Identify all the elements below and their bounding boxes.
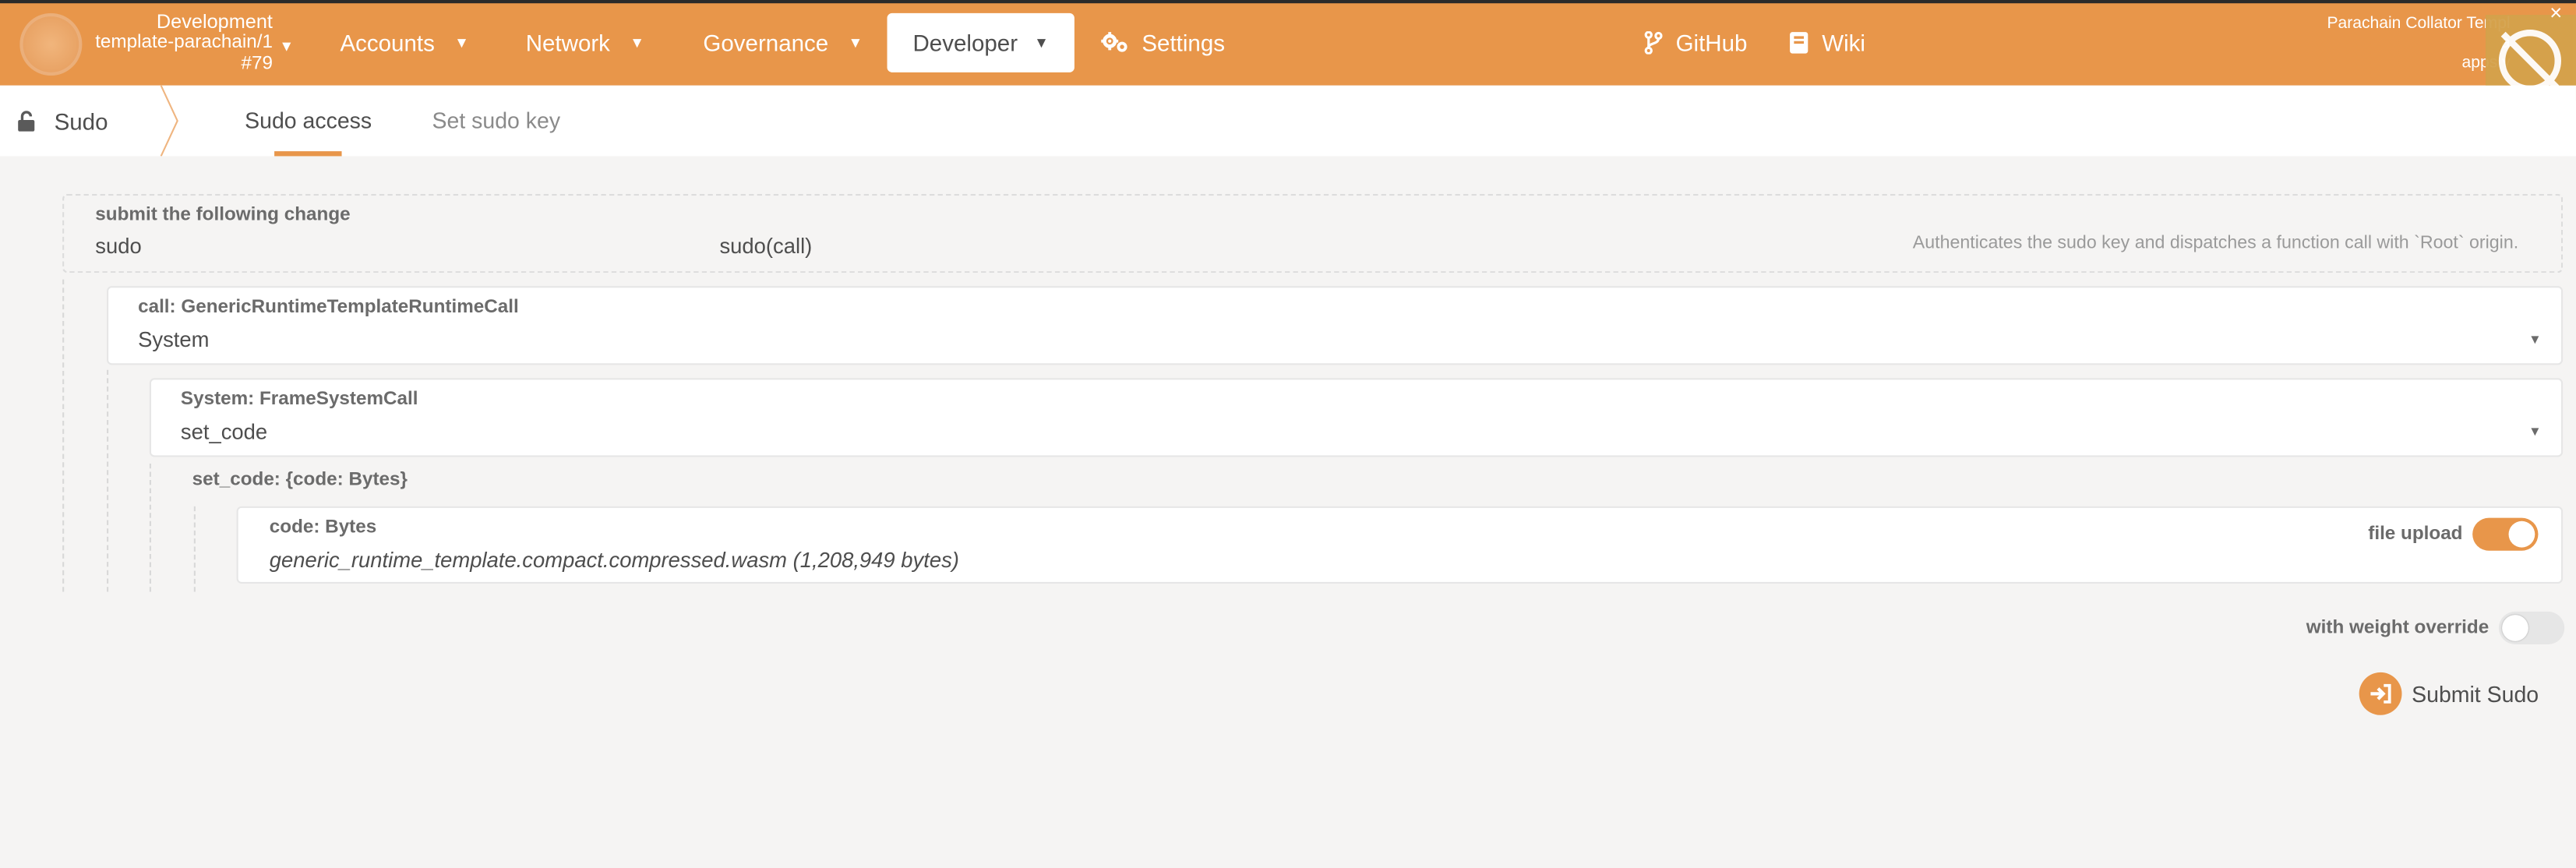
breadcrumb-chevron <box>160 85 178 157</box>
call-value: System <box>138 326 210 352</box>
close-icon[interactable]: × <box>2550 0 2562 25</box>
extrinsic-selector[interactable]: submit the following change sudo sudo(ca… <box>62 193 2564 273</box>
chain-selector[interactable]: Development template-parachain/1 #79 <box>92 9 273 76</box>
method-description: Authenticates the sudo key and dispatche… <box>1912 233 2519 253</box>
nav-settings[interactable]: Settings <box>1101 0 1225 86</box>
chevron-down-icon[interactable]: ▼ <box>2528 424 2542 439</box>
chevron-down-icon: ▼ <box>848 34 863 51</box>
node-info-name: Parachain Collator Templ <box>2327 14 2511 34</box>
unlock-icon <box>18 111 35 132</box>
node-info-version: a <box>2247 34 2511 54</box>
chain-name: Development <box>156 9 273 34</box>
submit-change-label: submit the following change <box>95 205 351 226</box>
nav-network-label: Network <box>525 29 610 56</box>
uploaded-file-name[interactable]: generic_runtime_template.compact.compres… <box>270 548 959 573</box>
nav-settings-label: Settings <box>1142 29 1226 56</box>
sudo-section-label: Sudo <box>54 108 108 134</box>
chain-runtime: template-parachain/1 <box>95 33 273 53</box>
nav-accounts[interactable]: Accounts ▼ <box>340 0 469 86</box>
active-tab-indicator <box>274 151 342 157</box>
chevron-down-icon: ▼ <box>454 34 469 51</box>
tab-set-sudo-key[interactable]: Set sudo key <box>432 86 561 157</box>
chevron-down-icon[interactable]: ▼ <box>2528 332 2542 347</box>
file-upload-toggle[interactable] <box>2472 517 2539 551</box>
nav-wiki[interactable]: Wiki <box>1789 0 1865 86</box>
sub-navigation-bar: Sudo Sudo access Set sudo key <box>0 85 2576 157</box>
set-code-params-label: set_code: {code: Bytes} <box>192 470 408 490</box>
chain-logo[interactable] <box>19 12 83 76</box>
submit-sudo-button[interactable]: Submit Sudo <box>2359 672 2539 715</box>
pallet-section-select[interactable]: sudo <box>95 234 141 259</box>
system-call-type-label: System: FrameSystemCall <box>180 390 418 410</box>
call-type-label: call: GenericRuntimeTemplateRuntimeCall <box>138 297 519 318</box>
nav-wiki-label: Wiki <box>1822 29 1865 56</box>
book-icon <box>1790 32 1808 54</box>
tab-sudo-access-label: Sudo access <box>245 108 372 133</box>
nav-governance[interactable]: Governance ▼ <box>703 0 863 86</box>
system-call-value: set_code <box>180 418 268 444</box>
nesting-guide <box>107 369 109 592</box>
nav-accounts-label: Accounts <box>340 29 435 56</box>
chain-block: #79 <box>241 54 273 74</box>
node-info-apps-version: apps v <box>2461 54 2511 72</box>
code-branch-icon <box>1644 31 1663 55</box>
weight-override-toggle[interactable] <box>2498 611 2565 645</box>
nav-governance-label: Governance <box>703 29 829 56</box>
chevron-down-icon: ▼ <box>630 34 645 51</box>
nav-network[interactable]: Network ▼ <box>526 0 644 86</box>
system-call-dropdown[interactable]: System: FrameSystemCall set_code ▼ <box>149 378 2564 457</box>
nav-github-label: GitHub <box>1675 29 1748 56</box>
tab-set-sudo-key-label: Set sudo key <box>432 108 561 133</box>
submit-sudo-label: Submit Sudo <box>2412 681 2539 707</box>
call-dropdown[interactable]: call: GenericRuntimeTemplateRuntimeCall … <box>107 286 2564 365</box>
weight-override-label: with weight override <box>2306 618 2490 638</box>
chain-dropdown-caret-icon[interactable]: ▼ <box>279 38 294 55</box>
chevron-down-icon: ▼ <box>1034 34 1049 51</box>
gears-icon <box>1101 32 1127 52</box>
nav-developer-label: Developer <box>912 29 1018 56</box>
top-navigation-bar: Development template-parachain/1 #79 ▼ A… <box>0 0 2576 86</box>
nav-github[interactable]: GitHub <box>1644 0 1748 86</box>
nesting-guide <box>149 463 151 592</box>
nav-developer[interactable]: Developer ▼ <box>887 12 1075 72</box>
code-bytes-label: code: Bytes <box>269 517 377 538</box>
nesting-guide <box>62 279 65 592</box>
nesting-guide <box>193 506 196 592</box>
tab-sudo-access[interactable]: Sudo access <box>245 86 372 157</box>
file-upload-label: file upload <box>2368 524 2463 545</box>
sudo-section-title: Sudo <box>16 86 108 157</box>
sign-in-icon <box>2359 672 2402 715</box>
code-bytes-input[interactable]: code: Bytes generic_runtime_template.com… <box>236 506 2564 584</box>
pallet-method-select[interactable]: sudo(call) <box>719 234 812 259</box>
